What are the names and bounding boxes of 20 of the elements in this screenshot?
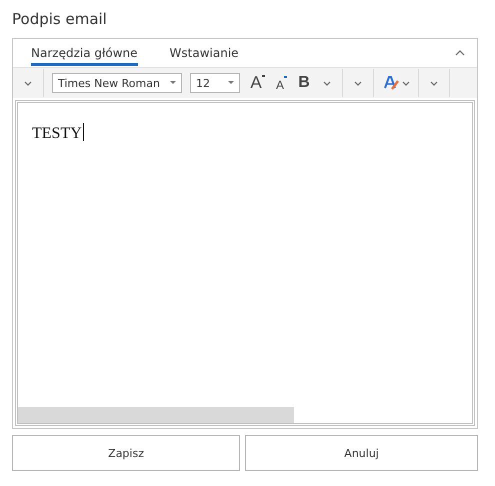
shrink-font-button[interactable]: A: [268, 71, 292, 95]
grow-font-button[interactable]: A: [244, 71, 268, 95]
scrollbar-thumb[interactable]: [18, 407, 294, 423]
chevron-down-icon: [323, 80, 331, 86]
chevron-down-icon: [24, 80, 32, 86]
dialog-button[interactable]: Anuluj: [245, 435, 478, 471]
chevron-down-icon: [354, 80, 362, 86]
editor-text: TESTY: [32, 125, 82, 142]
chevron-down-icon: [430, 80, 438, 86]
tab[interactable]: Wstawianie: [170, 39, 239, 66]
text-color-icon: [382, 75, 398, 91]
combo-box[interactable]: 12: [190, 73, 240, 93]
bold-button[interactable]: B: [292, 71, 316, 95]
combo-box[interactable]: Times New Roman: [52, 73, 182, 93]
text-editor[interactable]: TESTY: [15, 100, 475, 426]
text-cursor: [82, 123, 84, 141]
chevron-down-icon: [402, 80, 410, 86]
dialog-title: Podpis email: [12, 9, 108, 30]
dialog-button[interactable]: Zapisz: [12, 435, 240, 471]
collapse-icon[interactable]: [455, 50, 465, 56]
